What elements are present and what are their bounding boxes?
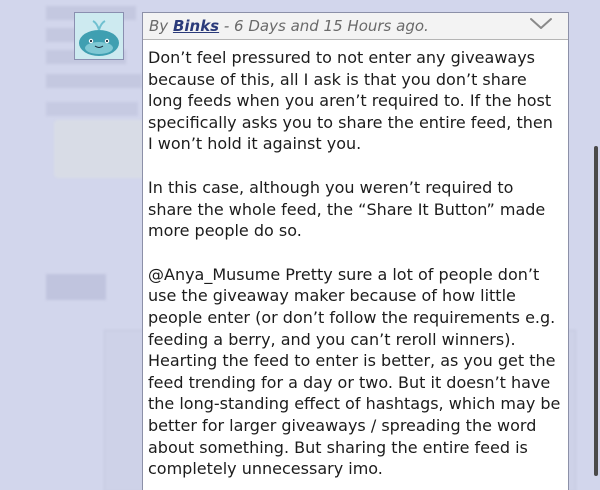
user-avatar[interactable] bbox=[74, 12, 124, 60]
comment-card: By Binks - 6 Days and 15 Hours ago. Don’… bbox=[142, 12, 569, 490]
comment-header: By Binks - 6 Days and 15 Hours ago. bbox=[143, 13, 568, 40]
page: By Binks - 6 Days and 15 Hours ago. Don’… bbox=[0, 0, 600, 490]
chevron-down-icon[interactable] bbox=[528, 15, 554, 33]
comment-paragraph: In this case, although you weren’t requi… bbox=[148, 177, 546, 241]
comment-body: Don’t feel pressured to not enter any gi… bbox=[143, 40, 568, 480]
page-scrollbar[interactable] bbox=[592, 0, 600, 490]
comment-byline: By Binks - 6 Days and 15 Hours ago. bbox=[149, 17, 429, 35]
by-prefix: By bbox=[149, 17, 173, 35]
scrollbar-thumb[interactable] bbox=[594, 146, 598, 476]
whale-avatar-icon bbox=[75, 13, 123, 59]
comment-paragraph: Don’t feel pressured to not enter any gi… bbox=[148, 48, 553, 154]
author-link[interactable]: Binks bbox=[173, 17, 219, 35]
comment-paragraph: @Anya_Musume Pretty sure a lot of people… bbox=[148, 264, 561, 479]
comment-timestamp: - 6 Days and 15 Hours ago. bbox=[219, 17, 429, 35]
